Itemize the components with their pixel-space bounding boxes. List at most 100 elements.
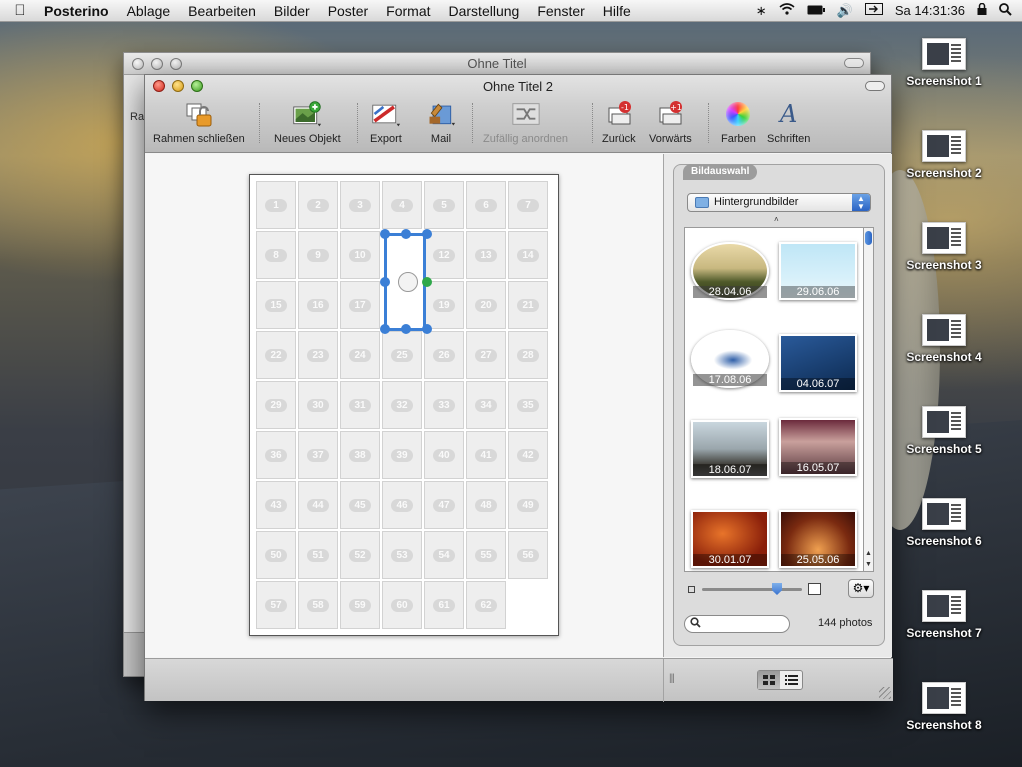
poster-cell[interactable]: 61 <box>424 581 464 629</box>
folder-select[interactable]: Hintergrundbilder ▲ ▼ <box>687 193 871 212</box>
scrollbar-thumb[interactable] <box>865 231 872 245</box>
poster-cell[interactable]: 52 <box>340 531 380 579</box>
photo-thumbnail[interactable]: 29.06.06 <box>779 242 857 300</box>
poster-cell[interactable]: 48 <box>466 481 506 529</box>
close-frame-button[interactable]: Rahmen schließen <box>153 99 245 145</box>
poster-cell[interactable]: 41 <box>466 431 506 479</box>
resize-handle[interactable] <box>401 324 411 334</box>
frame-center-icon[interactable] <box>398 272 418 292</box>
poster-cell[interactable]: 30 <box>298 381 338 429</box>
poster-cell[interactable]: 3 <box>340 181 380 229</box>
desktop-icon-screenshot-6[interactable]: Screenshot 6 <box>894 498 994 548</box>
resize-handle[interactable] <box>380 277 390 287</box>
poster-cell[interactable]: 60 <box>382 581 422 629</box>
thumbnail-size-slider[interactable] <box>688 583 828 597</box>
poster-cell[interactable]: 9 <box>298 231 338 279</box>
poster-cell[interactable]: 44 <box>298 481 338 529</box>
main-window-titlebar[interactable]: Ohne Titel 2 Rahmen schließen Neues Obje… <box>145 75 891 153</box>
scroll-up-arrow-icon[interactable]: ▲ <box>864 550 873 557</box>
poster-cell[interactable]: 17 <box>340 281 380 329</box>
background-window-titlebar[interactable]: Ohne Titel <box>124 53 870 75</box>
menu-format[interactable]: Format <box>377 3 439 19</box>
poster-cell[interactable]: 57 <box>256 581 296 629</box>
poster-cell[interactable]: 33 <box>424 381 464 429</box>
scroll-down-arrow-icon[interactable]: ▼ <box>864 561 873 568</box>
poster-cell[interactable]: 25 <box>382 331 422 379</box>
poster-cell[interactable]: 26 <box>424 331 464 379</box>
poster-cell[interactable]: 32 <box>382 381 422 429</box>
poster-cell[interactable]: 46 <box>382 481 422 529</box>
mail-button[interactable]: Mail <box>426 99 456 145</box>
photo-thumbnail[interactable]: 25.05.06 <box>779 510 857 568</box>
menu-clock[interactable]: Sa 14:31:36 <box>895 3 965 18</box>
poster-cell[interactable]: 39 <box>382 431 422 479</box>
photo-browser-scrollbar[interactable]: ▲ ▼ <box>864 227 874 572</box>
rotate-handle[interactable] <box>422 277 432 287</box>
photo-thumbnail[interactable]: 04.06.07 <box>779 334 857 392</box>
poster-cell[interactable]: 50 <box>256 531 296 579</box>
poster-cell[interactable]: 34 <box>466 381 506 429</box>
resize-handle[interactable] <box>380 229 390 239</box>
wifi-icon[interactable] <box>779 3 795 18</box>
poster-cell[interactable]: 6 <box>466 181 506 229</box>
poster-cell[interactable]: 7 <box>508 181 548 229</box>
poster-cell[interactable]: 31 <box>340 381 380 429</box>
collapse-caret-icon[interactable]: ˄ <box>774 215 779 224</box>
split-grip-icon[interactable]: ||| <box>669 673 675 684</box>
shuffle-button[interactable]: Zufällig anordnen <box>483 99 568 145</box>
resize-handle[interactable] <box>422 324 432 334</box>
poster-cell[interactable]: 24 <box>340 331 380 379</box>
slider-knob[interactable] <box>772 583 782 595</box>
poster-cell[interactable]: 23 <box>298 331 338 379</box>
poster-cell[interactable]: 2 <box>298 181 338 229</box>
poster-cell[interactable]: 43 <box>256 481 296 529</box>
poster-cell[interactable]: 53 <box>382 531 422 579</box>
desktop-icon-screenshot-5[interactable]: Screenshot 5 <box>894 406 994 456</box>
desktop-icon-screenshot-4[interactable]: Screenshot 4 <box>894 314 994 364</box>
menu-darstellung[interactable]: Darstellung <box>440 3 529 19</box>
menu-bearbeiten[interactable]: Bearbeiten <box>179 3 265 19</box>
resize-handle[interactable] <box>380 324 390 334</box>
poster-cell[interactable]: 36 <box>256 431 296 479</box>
poster-cell[interactable]: 20 <box>466 281 506 329</box>
list-view-icon[interactable] <box>780 671 802 689</box>
poster-page[interactable]: 1234567891011121314151617181920212223242… <box>249 174 559 636</box>
lock-icon[interactable] <box>977 2 987 18</box>
toolbar-toggle-button[interactable] <box>865 81 885 91</box>
toolbar-toggle-button[interactable] <box>844 58 864 68</box>
keyboard-icon[interactable] <box>864 3 883 18</box>
poster-canvas[interactable]: 1234567891011121314151617181920212223242… <box>145 154 663 657</box>
close-button[interactable] <box>132 58 144 70</box>
desktop-icon-screenshot-3[interactable]: Screenshot 3 <box>894 222 994 272</box>
menu-fenster[interactable]: Fenster <box>528 3 593 19</box>
view-mode-toggle[interactable] <box>757 670 803 690</box>
poster-cell[interactable]: 54 <box>424 531 464 579</box>
desktop-icon-screenshot-8[interactable]: Screenshot 8 <box>894 682 994 732</box>
poster-cell[interactable]: 15 <box>256 281 296 329</box>
forward-button[interactable]: +1 Vorwärts <box>649 99 692 145</box>
poster-cell[interactable]: 19 <box>424 281 464 329</box>
desktop-icon-screenshot-1[interactable]: Screenshot 1 <box>894 38 994 88</box>
poster-cell[interactable]: 21 <box>508 281 548 329</box>
poster-cell[interactable]: 62 <box>466 581 506 629</box>
menu-hilfe[interactable]: Hilfe <box>594 3 640 19</box>
menu-poster[interactable]: Poster <box>319 3 377 19</box>
photo-thumbnail[interactable]: 30.01.07 <box>691 510 769 568</box>
zoom-button[interactable] <box>170 58 182 70</box>
poster-cell[interactable]: 55 <box>466 531 506 579</box>
menu-ablage[interactable]: Ablage <box>118 3 180 19</box>
photo-thumbnail[interactable]: 17.08.06 <box>691 330 769 388</box>
poster-cell[interactable]: 47 <box>424 481 464 529</box>
poster-cell[interactable]: 1 <box>256 181 296 229</box>
window-resize-grip[interactable] <box>879 687 891 699</box>
desktop-icon-screenshot-2[interactable]: Screenshot 2 <box>894 130 994 180</box>
poster-cell[interactable]: 37 <box>298 431 338 479</box>
slider-track[interactable] <box>702 588 802 591</box>
battery-icon[interactable] <box>807 3 825 18</box>
photo-browser[interactable]: 28.04.06 29.06.06 17.08.06 04.06.07 18.0… <box>684 227 864 572</box>
photo-thumbnail[interactable]: 28.04.06 <box>691 242 769 300</box>
photo-thumbnail[interactable]: 16.05.07 <box>779 418 857 476</box>
poster-cell[interactable]: 14 <box>508 231 548 279</box>
selected-frame[interactable] <box>380 229 432 334</box>
new-object-button[interactable]: Neues Objekt <box>274 99 341 145</box>
